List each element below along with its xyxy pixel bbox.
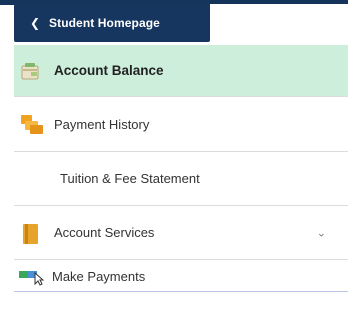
- nav-item-make-payments[interactable]: Make Payments: [14, 262, 348, 292]
- chevron-left-icon: ❮: [30, 16, 41, 30]
- nav-item-label: Account Services: [54, 225, 155, 240]
- payment-cursor-icon: [18, 268, 45, 286]
- nav-item-label: Tuition & Fee Statement: [60, 171, 200, 186]
- nav-item-label: Payment History: [54, 116, 150, 132]
- nav-item-account-services[interactable]: Account Services ⌄: [14, 206, 348, 260]
- navigation-panel: ❮ Student Homepage Account Balance Payme…: [0, 0, 348, 321]
- header-spacer: [210, 4, 348, 42]
- empty-row: [14, 292, 348, 321]
- back-to-student-homepage-button[interactable]: ❮ Student Homepage: [14, 4, 210, 42]
- wallet-icon: [20, 60, 42, 82]
- nav-item-account-balance[interactable]: Account Balance: [14, 45, 348, 97]
- nav-item-tuition-fee-statement[interactable]: Tuition & Fee Statement: [14, 152, 348, 206]
- back-button-label: Student Homepage: [49, 16, 160, 30]
- nav-item-label: Account Balance: [54, 63, 164, 78]
- nav-item-payment-history[interactable]: Payment History: [14, 97, 348, 152]
- folder-icon: [20, 222, 42, 244]
- nav-item-label: Make Payments: [52, 269, 146, 284]
- bills-icon: [20, 113, 43, 135]
- chevron-down-icon[interactable]: ⌄: [317, 226, 326, 239]
